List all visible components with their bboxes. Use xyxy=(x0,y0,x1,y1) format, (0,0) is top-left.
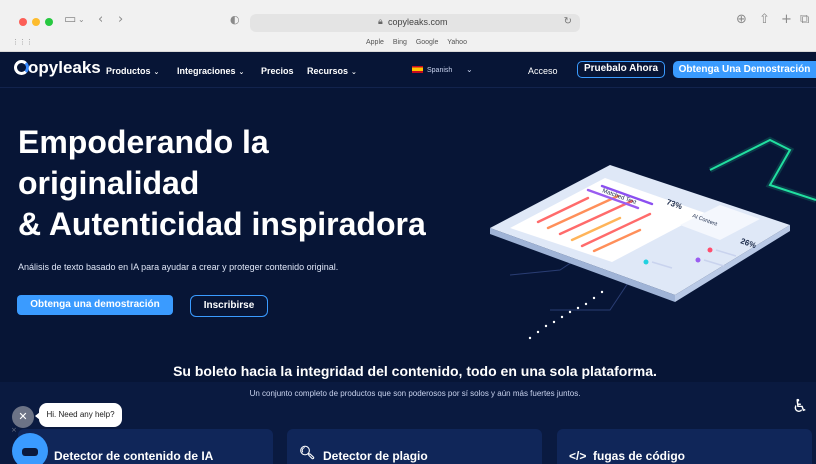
nav-item-label: Productos xyxy=(106,66,151,76)
chevron-down-icon: ⌄ xyxy=(351,68,357,76)
hero-subtitle: Análisis de texto basado en IA para ayud… xyxy=(18,262,339,272)
favorite-link[interactable]: Yahoo xyxy=(447,39,467,46)
code-leak-card[interactable]: </> fugas de código xyxy=(557,429,812,464)
nav-item-label: Recursos xyxy=(307,66,349,76)
favorites-grid-icon[interactable]: ⋮⋮⋮ xyxy=(12,38,33,46)
site-navbar: opyleaks Productos ⌄ Integraciones ⌄ Preci… xyxy=(0,52,816,88)
chevron-down-icon: ⌄ xyxy=(153,68,160,76)
hero-title: Empoderando la originalidad & Autenticid… xyxy=(18,122,488,245)
chat-dismiss-button[interactable]: ✕ xyxy=(12,406,34,428)
neon-line-decoration xyxy=(708,136,816,203)
get-demo-button[interactable]: Obtenga Una Demostración xyxy=(673,61,816,78)
forward-icon[interactable]: › xyxy=(118,12,123,28)
chevron-down-icon: ⌄ xyxy=(238,68,245,76)
ai-detector-card[interactable]: Detector de contenido de IA xyxy=(18,429,273,464)
favorite-link[interactable]: Apple xyxy=(366,39,384,46)
hero-title-line: originalidad xyxy=(18,165,200,201)
favorite-link[interactable]: Bing xyxy=(393,39,407,46)
nav-item-label: Precios xyxy=(261,66,294,76)
spain-flag-icon xyxy=(412,66,423,73)
nav-precios[interactable]: Precios xyxy=(261,66,294,76)
address-bar[interactable]: 🔒︎ copyleaks.com ↻ xyxy=(250,14,580,32)
address-url: copyleaks.com xyxy=(388,17,448,27)
browser-toolbar: ▭ ⌄ ‹ › ◐ 🔒︎ copyleaks.com ↻ ⊕ ⇧ + ⧉ ⋮⋮⋮… xyxy=(0,0,816,52)
privacy-shield-icon[interactable]: ◐ xyxy=(230,12,240,28)
dot-trail-decoration xyxy=(528,290,604,340)
share-icon[interactable]: ⇧ xyxy=(759,12,770,28)
section-title: Su boleto hacia la integridad del conten… xyxy=(173,363,657,379)
chat-bubble-icon xyxy=(22,448,38,456)
card-label: fugas de código xyxy=(593,449,686,463)
hero-illustration: Matched Text 73% AI Content 26% xyxy=(490,136,816,340)
magnifier-icon: 🔍︎ xyxy=(299,446,316,461)
tab-overview-icon[interactable]: ⧉ xyxy=(800,12,809,28)
section-subtitle: Un conjunto completo de productos que so… xyxy=(249,389,581,398)
download-icon[interactable]: ⊕ xyxy=(736,12,747,28)
card-label: Detector de plagio xyxy=(323,449,428,463)
reload-icon[interactable]: ↻ xyxy=(564,16,572,27)
card-label: Detector de contenido de IA xyxy=(54,449,214,463)
close-window-button[interactable] xyxy=(19,18,27,26)
chat-launcher-button[interactable] xyxy=(12,433,48,464)
plagiarism-detector-card[interactable]: 🔍︎ Detector de plagio xyxy=(287,429,542,464)
nav-recursos[interactable]: Recursos ⌄ xyxy=(307,66,357,76)
signup-button[interactable]: Inscribirse xyxy=(190,295,268,317)
hero-demo-button[interactable]: Obtenga una demostración xyxy=(17,295,173,315)
web-page: opyleaks Productos ⌄ Integraciones ⌄ Preci… xyxy=(0,52,816,464)
minimize-window-button[interactable] xyxy=(32,18,40,26)
language-selector[interactable]: Spanish xyxy=(412,66,452,74)
back-icon[interactable]: ‹ xyxy=(98,12,103,28)
nav-item-label: Integraciones xyxy=(177,66,236,76)
zoom-window-button[interactable] xyxy=(45,18,53,26)
hero-title-line: & Autenticidad inspiradora xyxy=(18,206,426,242)
login-link[interactable]: Acceso xyxy=(528,66,558,76)
hero-title-line: Empoderando la xyxy=(18,124,269,160)
nav-integraciones[interactable]: Integraciones ⌄ xyxy=(177,66,244,76)
nav-productos[interactable]: Productos ⌄ xyxy=(106,66,159,76)
chevron-down-icon[interactable]: ⌄ xyxy=(78,12,85,28)
new-tab-icon[interactable]: + xyxy=(781,12,792,28)
chat-greeting[interactable]: Hi. Need any help? xyxy=(35,403,122,427)
sidebar-icon[interactable]: ▭ xyxy=(64,12,76,28)
logo-mark-icon xyxy=(14,60,29,75)
close-icon[interactable]: × xyxy=(11,426,17,434)
outline-decoration xyxy=(550,279,631,311)
chevron-down-icon[interactable]: ⌄ xyxy=(466,65,473,74)
code-icon: </> xyxy=(569,449,587,463)
language-label: Spanish xyxy=(427,67,453,74)
logo-text: opyleaks xyxy=(28,58,101,77)
favorite-link[interactable]: Google xyxy=(416,39,439,46)
try-now-button[interactable]: Pruebalo Ahora xyxy=(577,61,665,78)
copyleaks-logo[interactable]: opyleaks xyxy=(14,58,101,78)
favorites-bar: Apple Bing Google Yahoo xyxy=(366,39,474,46)
lock-icon: 🔒︎ xyxy=(378,17,383,27)
accessibility-icon[interactable]: ♿︎ xyxy=(792,396,808,417)
report-tablet: Matched Text 73% AI Content 26% xyxy=(490,165,790,302)
